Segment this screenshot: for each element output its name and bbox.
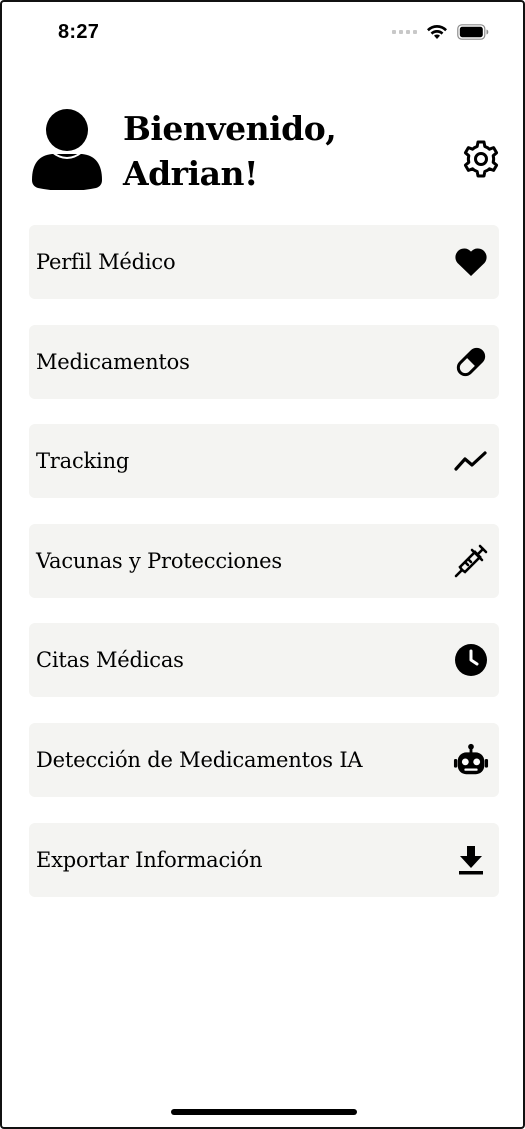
syringe-icon <box>453 543 489 579</box>
gear-icon[interactable] <box>462 140 500 178</box>
menu-item-citas-medicas[interactable]: Citas Médicas <box>29 623 499 698</box>
menu-item-label: Perfil Médico <box>36 250 176 274</box>
heart-icon <box>453 244 489 280</box>
download-icon <box>453 842 489 878</box>
menu-item-label: Tracking <box>36 449 130 474</box>
menu-item-perfil-medico[interactable]: Perfil Médico <box>29 225 499 299</box>
menu-item-label: Vacunas y Protecciones <box>36 548 282 573</box>
menu-item-tracking[interactable]: Tracking <box>29 424 499 499</box>
main-menu: Perfil Médico Medicamentos Tracking Vacu… <box>29 225 499 922</box>
wifi-icon <box>427 24 447 39</box>
header: Bienvenido, Adrian! <box>2 102 523 202</box>
menu-item-label: Citas Médicas <box>36 648 184 673</box>
app-screen: 8:27 Bienvenido, Adrian! Perfil Médico M… <box>0 0 525 1129</box>
clock-icon <box>453 642 489 678</box>
menu-item-exportar[interactable]: Exportar Información <box>29 822 499 897</box>
menu-item-label: Detección de Medicamentos IA <box>36 747 363 772</box>
battery-icon <box>457 24 489 40</box>
status-bar: 8:27 <box>2 2 523 62</box>
menu-item-label: Medicamentos <box>36 349 190 374</box>
trend-line-icon <box>453 443 489 479</box>
menu-item-vacunas[interactable]: Vacunas y Protecciones <box>29 523 499 598</box>
signal-icon <box>392 30 417 34</box>
robot-icon <box>453 742 489 778</box>
pill-icon <box>453 344 489 380</box>
greeting-line-1: Bienvenido, <box>123 109 337 148</box>
home-indicator[interactable] <box>171 1109 357 1115</box>
greeting: Bienvenido, Adrian! <box>123 106 337 196</box>
menu-item-deteccion-ia[interactable]: Detección de Medicamentos IA <box>29 722 499 797</box>
menu-item-medicamentos[interactable]: Medicamentos <box>29 324 499 399</box>
status-time: 8:27 <box>58 21 100 43</box>
menu-item-label: Exportar Información <box>36 847 263 872</box>
user-icon <box>32 109 102 190</box>
greeting-line-2: Adrian! <box>123 154 258 193</box>
status-icons <box>392 24 489 40</box>
